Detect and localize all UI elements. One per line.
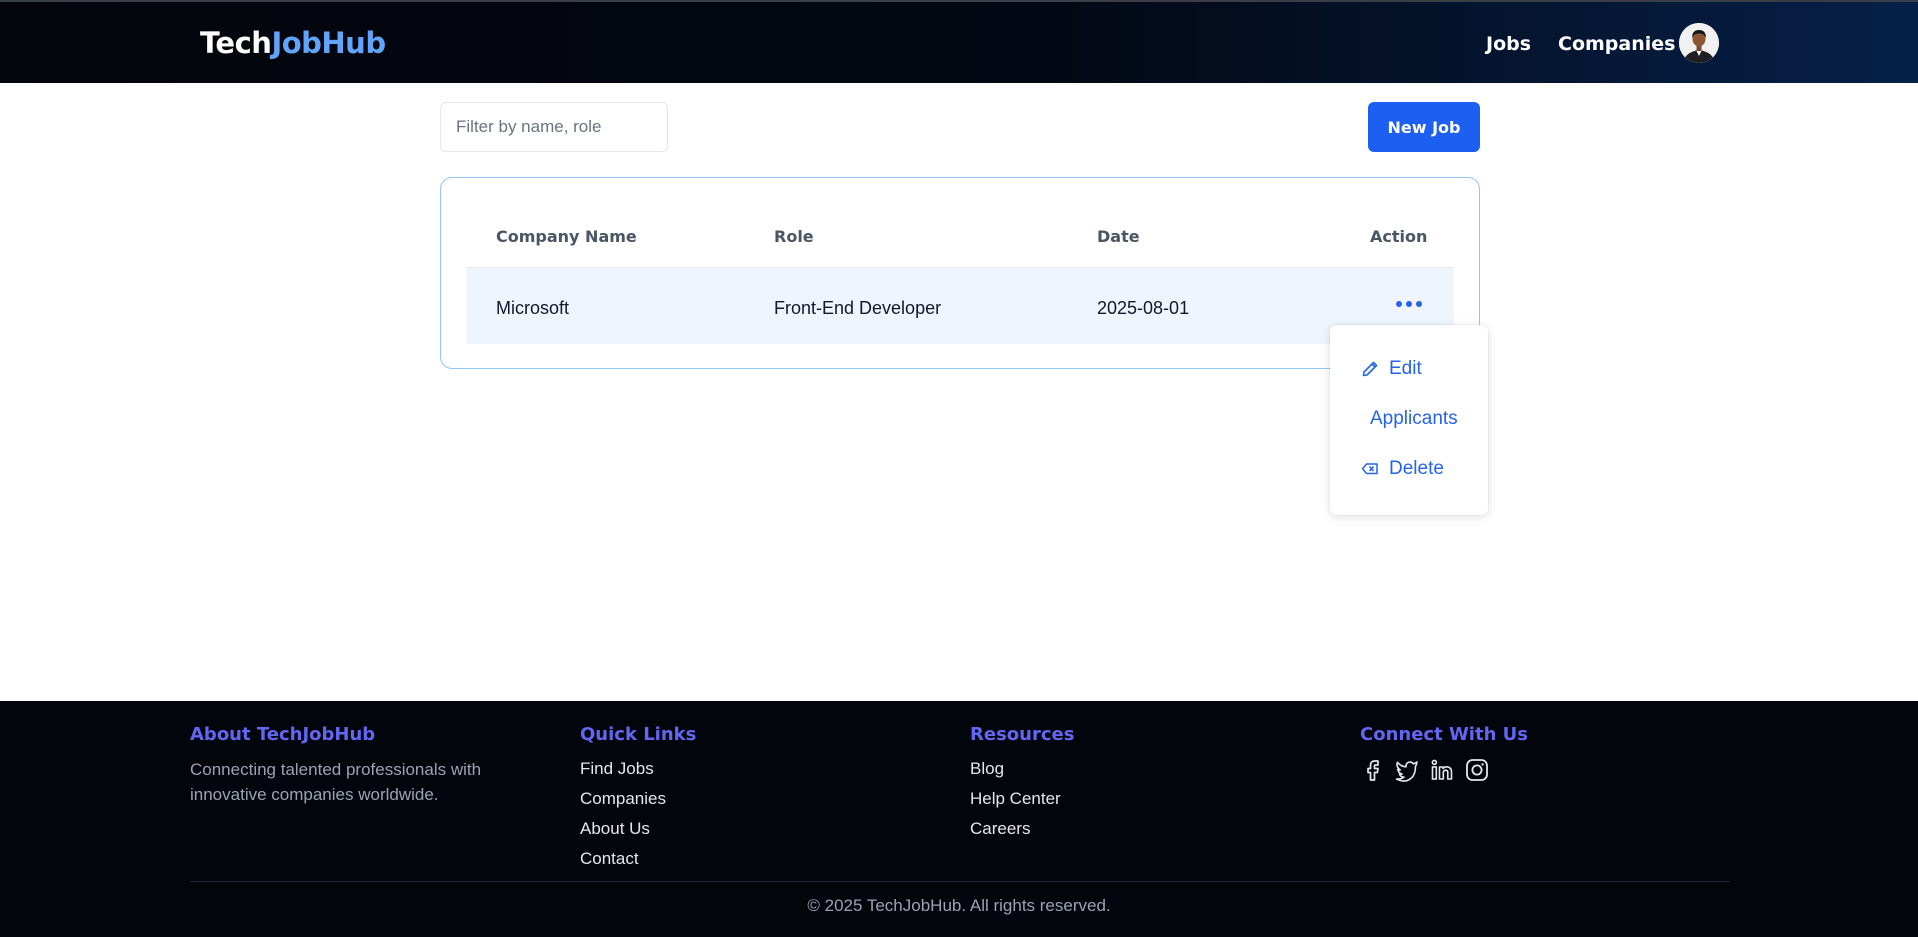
- new-job-button[interactable]: New Job: [1368, 102, 1480, 152]
- table-row[interactable]: [466, 268, 1454, 344]
- menu-item-delete[interactable]: Delete: [1360, 458, 1444, 480]
- more-actions-icon[interactable]: [1393, 290, 1425, 318]
- copyright-text: © 2025 TechJobHub. All rights reserved.: [807, 896, 1111, 915]
- user-avatar-image: [1679, 23, 1719, 63]
- cell-date: 2025-08-01: [1097, 298, 1190, 318]
- logo-text-tech: Tech: [200, 26, 272, 60]
- footer-about-line-1: Connecting talented professionals with: [190, 760, 482, 779]
- linkedin-icon[interactable]: [1429, 757, 1455, 783]
- footer-link-contact[interactable]: Contact: [580, 849, 639, 869]
- cell-company: Microsoft: [496, 298, 570, 318]
- footer-link-find-jobs[interactable]: Find Jobs: [580, 759, 654, 779]
- footer-heading-resources: Resources: [970, 724, 1075, 745]
- menu-item-edit[interactable]: Edit: [1360, 358, 1422, 380]
- more-dot: [1396, 301, 1402, 307]
- backspace-icon: [1361, 463, 1378, 475]
- column-header-action: Action: [1370, 227, 1428, 246]
- column-header-company: Company Name: [496, 227, 637, 246]
- nav-link-jobs[interactable]: Jobs: [1486, 33, 1531, 55]
- menu-item-delete-label: Delete: [1389, 458, 1444, 479]
- footer-link-careers[interactable]: Careers: [970, 819, 1030, 839]
- footer-heading-about: About TechJobHub: [190, 724, 376, 745]
- menu-item-applicants[interactable]: Applicants: [1370, 408, 1458, 430]
- footer-link-help-center[interactable]: Help Center: [970, 789, 1061, 809]
- menu-item-applicants-label: Applicants: [1370, 408, 1458, 429]
- user-avatar[interactable]: [1679, 23, 1719, 63]
- logo-text-jobhub: JobHub: [271, 26, 386, 60]
- footer-link-about-us[interactable]: About Us: [580, 819, 650, 839]
- footer-heading-quick-links: Quick Links: [580, 724, 697, 745]
- facebook-icon[interactable]: [1360, 757, 1386, 783]
- column-header-role: Role: [774, 227, 814, 246]
- footer-divider: [190, 881, 1730, 882]
- nav-link-companies[interactable]: Companies: [1558, 33, 1675, 55]
- cell-role: Front-End Developer: [774, 298, 942, 318]
- instagram-icon[interactable]: [1464, 757, 1490, 783]
- footer-link-companies[interactable]: Companies: [580, 789, 666, 809]
- pencil-icon: [1362, 361, 1378, 377]
- column-header-date: Date: [1097, 227, 1140, 246]
- brand-logo[interactable]: TechJobHub: [200, 26, 386, 60]
- top-navbar: TechJobHub Jobs Companies: [0, 0, 1918, 83]
- more-dot: [1416, 301, 1422, 307]
- footer-link-blog[interactable]: Blog: [970, 759, 1004, 779]
- footer-heading-connect: Connect With Us: [1360, 724, 1528, 745]
- footer-about-line-2: innovative companies worldwide.: [190, 785, 439, 804]
- filter-input[interactable]: [440, 102, 668, 152]
- more-dot: [1406, 301, 1412, 307]
- twitter-icon[interactable]: [1394, 757, 1420, 783]
- menu-item-edit-label: Edit: [1389, 358, 1422, 379]
